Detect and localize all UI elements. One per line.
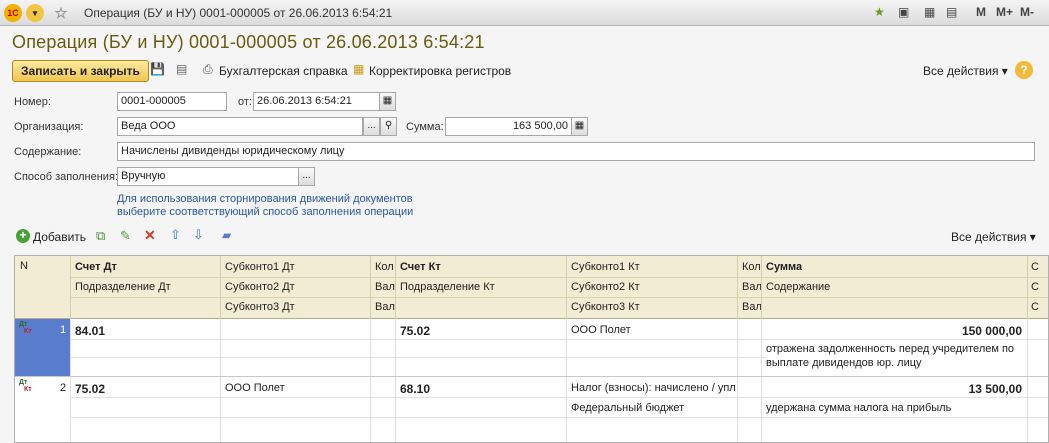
accounting-ref-button[interactable]: Бухгалтерская справка	[219, 64, 348, 78]
col-n-header[interactable]: N	[20, 260, 28, 272]
form-toolbar: Записать и закрыть 💾 ▤ ⎙ Бухгалтерская с…	[0, 58, 1049, 84]
calendar-icon[interactable]: ▤	[946, 5, 957, 19]
number-label: Номер:	[14, 96, 51, 108]
col-kol2-header[interactable]: Кол	[742, 261, 761, 273]
menu-dropdown-icon[interactable]: ▾	[26, 4, 44, 22]
entry-kt-icon: Кт	[24, 328, 32, 335]
print-icon[interactable]: ⎙	[203, 62, 213, 77]
row-content-line1[interactable]: отражена задолженность перед учредителем…	[766, 343, 1014, 355]
window-title: Операция (БУ и НУ) 0001-000005 от 26.06.…	[84, 6, 393, 20]
calculator-field-icon[interactable]: ▦	[571, 117, 588, 136]
col-sub2kt-header[interactable]: Субконто2 Кт	[571, 281, 640, 293]
col-sub1kt-header[interactable]: Субконто1 Кт	[571, 261, 640, 273]
content-label: Содержание:	[14, 146, 82, 158]
fill-method-ellipsis-icon[interactable]: ...	[298, 167, 315, 186]
organization-label: Организация:	[14, 121, 84, 133]
favorite-star-icon[interactable]: ☆	[52, 4, 70, 22]
add-row-button[interactable]: Добавить	[33, 230, 86, 244]
bookmark-icon[interactable]: ▣	[898, 5, 909, 19]
row-dt-account[interactable]: 75.02	[75, 382, 105, 396]
col-dt-header[interactable]: Счет Дт	[75, 261, 117, 273]
table-header: N Счет Дт Подразделение Дт Субконто1 Дт …	[15, 256, 1048, 319]
organization-field[interactable]: Веда ООО	[117, 117, 363, 136]
select-ellipsis-icon[interactable]: ...	[363, 117, 380, 136]
save-icon[interactable]: 💾	[150, 62, 165, 76]
document-icon[interactable]: ▤	[176, 62, 187, 76]
memory-mplus-button[interactable]: M+	[996, 5, 1013, 19]
entries-table: N Счет Дт Подразделение Дт Субконто1 Дт …	[14, 255, 1049, 443]
move-up-icon[interactable]: ⇧	[170, 227, 181, 243]
row-sum[interactable]: 13 500,00	[766, 382, 1022, 396]
col-sub3dt-header[interactable]: Субконто3 Дт	[225, 301, 295, 313]
hint-link-line2[interactable]: выберите соответствующий способ заполнен…	[117, 206, 413, 218]
search-icon[interactable]: ⚲	[380, 117, 397, 136]
col-val2-header[interactable]: Вал	[375, 301, 395, 313]
delete-row-icon[interactable]: ✕	[144, 227, 156, 244]
fill-method-label: Способ заполнения:	[14, 171, 118, 183]
row-sub1dt[interactable]: ООО Полет	[225, 382, 285, 394]
all-actions-button[interactable]: Все действия ▾	[923, 64, 1008, 78]
row-number: 2	[60, 382, 67, 394]
entry-dt-kt-icon: Дт	[19, 379, 28, 386]
row-content-line1[interactable]: удержана сумма налога на прибыль	[766, 402, 951, 414]
date-field[interactable]: 26.06.2013 6:54:21	[253, 92, 380, 111]
copy-row-icon[interactable]: ⧉	[96, 228, 105, 244]
col-sub2dt-header[interactable]: Субконто2 Дт	[225, 281, 295, 293]
move-down-icon[interactable]: ⇩	[193, 227, 204, 243]
row-number: 1	[60, 324, 67, 336]
col-val1-header[interactable]: Вал	[375, 281, 395, 293]
col-kol1-header[interactable]: Кол	[375, 261, 395, 273]
help-icon[interactable]: ?	[1015, 61, 1033, 79]
calendar-picker-icon[interactable]: ▦	[379, 92, 396, 111]
correction-button[interactable]: Корректировка регистров	[369, 64, 511, 78]
col-extra2-header[interactable]: С	[1031, 281, 1048, 293]
row-sub1kt[interactable]: Налог (взносы): начислено / упл	[571, 382, 737, 394]
row-sub2kt[interactable]: Федеральный бюджет	[571, 402, 684, 414]
sort-icon[interactable]: ▰	[222, 228, 231, 242]
col-sub3kt-header[interactable]: Субконто3 Кт	[571, 301, 640, 313]
row-kt-account[interactable]: 68.10	[400, 382, 430, 396]
registers-icon[interactable]: ▦	[353, 62, 364, 76]
entry-dt-kt-icon: Дт	[19, 321, 28, 328]
content-field[interactable]: Начислены дивиденды юридическому лицу	[117, 142, 1035, 161]
col-div-dt-header[interactable]: Подразделение Дт	[75, 281, 171, 293]
col-kt-header[interactable]: Счет Кт	[400, 261, 441, 273]
row-kt-account[interactable]: 75.02	[400, 324, 430, 338]
page-title: Операция (БУ и НУ) 0001-000005 от 26.06.…	[12, 32, 485, 52]
memory-mminus-button[interactable]: M-	[1020, 5, 1034, 19]
sum-label: Сумма:	[406, 121, 444, 133]
add-row-icon[interactable]: +	[16, 229, 30, 243]
date-label: от:	[238, 96, 252, 108]
add-favorite-icon[interactable]: ★	[874, 5, 885, 19]
window-titlebar: 1С ▾ ☆ Операция (БУ и НУ) 0001-000005 от…	[0, 0, 1049, 26]
col-val3-header[interactable]: Вал	[742, 281, 761, 293]
number-field[interactable]: 0001-000005	[117, 92, 227, 111]
sum-field[interactable]: 163 500,00	[445, 117, 572, 136]
table-all-actions-button[interactable]: Все действия ▾	[951, 230, 1036, 244]
app-1c-icon[interactable]: 1С	[4, 4, 22, 22]
col-sum-header[interactable]: Сумма	[766, 261, 802, 273]
hint-link-line1[interactable]: Для использования сторнирования движений…	[117, 193, 413, 205]
memory-m-button[interactable]: M	[976, 5, 986, 19]
row-sum[interactable]: 150 000,00	[766, 324, 1022, 338]
col-val4-header[interactable]: Вал	[742, 301, 761, 313]
row-content-line2[interactable]: выплате дивидендов юр. лицу	[766, 357, 922, 369]
table-row[interactable]: Дт Кт 2 75.02 ООО Полет 68.10 Налог (взн…	[15, 377, 1048, 437]
col-sub1dt-header[interactable]: Субконто1 Дт	[225, 261, 295, 273]
col-extra3-header[interactable]: С	[1031, 301, 1048, 313]
save-close-button[interactable]: Записать и закрыть	[12, 60, 149, 82]
calculator-icon[interactable]: ▦	[924, 5, 935, 19]
col-extra1-header[interactable]: С	[1031, 261, 1048, 273]
edit-row-icon[interactable]: ✎	[120, 228, 131, 244]
col-content-header[interactable]: Содержание	[766, 281, 830, 293]
col-div-kt-header[interactable]: Подразделение Кт	[400, 281, 495, 293]
table-row[interactable]: Дт Кт 1 84.01 75.02 ООО Полет 150 000,00…	[15, 319, 1048, 376]
row-dt-account[interactable]: 84.01	[75, 324, 105, 338]
fill-method-field[interactable]: Вручную	[117, 167, 299, 186]
entry-kt-icon: Кт	[24, 386, 32, 393]
row-sub1kt[interactable]: ООО Полет	[571, 324, 631, 336]
